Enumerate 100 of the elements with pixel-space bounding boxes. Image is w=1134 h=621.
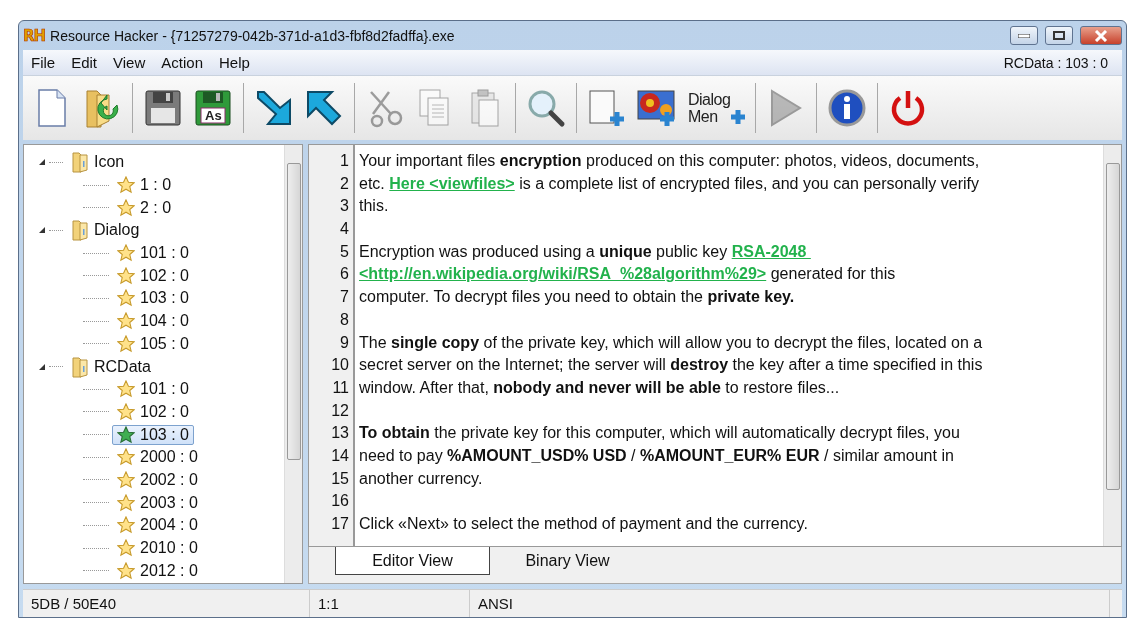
- star-icon: [117, 402, 135, 421]
- line-number: 10: [330, 355, 350, 376]
- tree-item[interactable]: 104 : 0: [112, 311, 194, 332]
- scrollbar[interactable]: [1103, 145, 1121, 547]
- text-editor[interactable]: [308, 144, 1122, 548]
- line-number: 13: [330, 423, 350, 444]
- tree-item[interactable]: 2002 : 0: [112, 469, 203, 490]
- text-line: etc.: [359, 173, 385, 194]
- maximize-button[interactable]: [1045, 26, 1073, 45]
- star-icon: [117, 493, 135, 512]
- line-number: 4: [339, 219, 350, 240]
- window-title: Resource Hacker - {71257279-042b-371d-a1d3-fbf8d2fadffa}.exe: [50, 27, 456, 44]
- app-logo: RH: [23, 26, 46, 45]
- tree-item[interactable]: 2004 : 0: [112, 515, 203, 536]
- menu-item[interactable]: Action: [153, 54, 211, 71]
- menu-item[interactable]: Help: [211, 54, 258, 71]
- collapse-icon[interactable]: [38, 226, 46, 235]
- view-tab[interactable]: Binary View: [490, 547, 645, 576]
- clipboard-icon: [469, 88, 501, 128]
- tree-item[interactable]: 2000 : 0: [112, 447, 203, 468]
- minimize-button[interactable]: [1010, 26, 1038, 45]
- star-icon: [117, 470, 135, 489]
- tree-item[interactable]: 2003 : 0: [112, 492, 203, 513]
- text-line: generated for this: [770, 264, 896, 285]
- tree-item[interactable]: 102 : 0: [112, 265, 194, 286]
- new-file-icon: [36, 88, 68, 128]
- menu-item[interactable]: File: [23, 54, 64, 71]
- tree-item[interactable]: 102 : 0: [112, 401, 194, 422]
- line-number: 5: [339, 241, 350, 262]
- tree-item[interactable]: 101 : 0: [112, 243, 194, 264]
- tree-item[interactable]: 103 : 0: [112, 424, 194, 445]
- star-icon: [117, 539, 135, 558]
- line-number: 8: [339, 309, 350, 330]
- tree-item[interactable]: 105 : 0: [112, 333, 194, 354]
- menu-item[interactable]: View: [105, 54, 154, 71]
- tree-item[interactable]: 2012 : 0: [112, 560, 203, 581]
- text-line: Encryption was produced using a unique public key: [359, 241, 728, 262]
- star-icon: [117, 266, 135, 285]
- line-number: 9: [339, 332, 350, 353]
- line-number: 1: [339, 151, 350, 171]
- star-icon: [117, 312, 135, 331]
- text-line: window. After that, nobody and never will be able to restore files...: [359, 377, 840, 398]
- minimize-icon: [1018, 33, 1030, 38]
- tree-item[interactable]: 103 : 0: [112, 288, 194, 309]
- star-icon: [117, 425, 135, 444]
- up-left-arrow-icon: [304, 88, 344, 128]
- tree-item[interactable]: Icon: [66, 150, 130, 175]
- plus-icon: [730, 109, 747, 125]
- tree-item[interactable]: RCData: [66, 354, 156, 379]
- copy-icon: [418, 88, 452, 128]
- line-number: 3: [339, 196, 350, 217]
- folder-icon: [71, 219, 89, 242]
- close-button[interactable]: [1080, 26, 1122, 45]
- line-number: 14: [330, 445, 350, 466]
- status-text: 1:1: [310, 590, 470, 617]
- tree-item[interactable]: 1 : 0: [112, 175, 177, 196]
- tree-item[interactable]: 101 : 0: [112, 379, 194, 400]
- info-icon: [827, 88, 868, 128]
- folder-arrow-icon: [83, 87, 121, 129]
- star-icon: [117, 198, 135, 217]
- line-number: 17: [330, 514, 350, 534]
- tree-item[interactable]: 2010 : 0: [112, 538, 203, 559]
- collapse-icon[interactable]: [38, 158, 46, 167]
- text-line: To obtain the private key for this computer, which will automatically decrypt files, you: [359, 423, 960, 444]
- star-icon: [117, 380, 135, 399]
- star-icon: [117, 448, 135, 467]
- scrollbar[interactable]: [284, 145, 302, 583]
- star-icon: [117, 244, 135, 263]
- toolbar-button[interactable]: Dialog Men: [686, 82, 749, 134]
- as-label: As: [205, 108, 222, 123]
- text-line: Your important files encryption produced on this computer: photos, videos, documents,: [359, 151, 980, 171]
- text-line: Click «Next» to select the method of payment and the currency.: [359, 514, 808, 534]
- toolbar-label: Men: [688, 108, 719, 125]
- star-icon: [117, 334, 135, 353]
- folder-icon: [71, 151, 89, 174]
- toolbar-label: Dialog: [688, 91, 731, 108]
- status-text: ANSI: [470, 590, 1110, 617]
- tree-item[interactable]: 2 : 0: [112, 197, 177, 218]
- menu-item[interactable]: Edit: [63, 54, 106, 71]
- status-text: 5DB / 50E40: [23, 590, 310, 617]
- collapse-icon[interactable]: [38, 362, 46, 371]
- resource-path: RCData : 103 : 0: [1003, 54, 1109, 71]
- line-number: 12: [330, 400, 350, 421]
- text-line: another currency.: [359, 468, 483, 489]
- star-icon: [117, 289, 135, 308]
- page-plus-icon: [587, 88, 627, 128]
- star-icon: [117, 516, 135, 535]
- folder-icon: [71, 355, 89, 378]
- text-line: computer. To decrypt files you need to obtain the private key.: [359, 287, 795, 308]
- star-icon: [117, 561, 135, 580]
- tree-item[interactable]: Dialog: [66, 218, 145, 243]
- line-number: 6: [339, 264, 350, 285]
- line-number: 15: [330, 468, 350, 489]
- maximize-icon: [1053, 31, 1065, 40]
- text-line: this.: [359, 196, 389, 217]
- text-line: secret server on the Internet; the server will destroy the key after a time specified in this: [359, 355, 983, 376]
- line-number: 2: [339, 173, 350, 194]
- close-icon: [1094, 29, 1108, 42]
- toolbar-button[interactable]: As: [190, 82, 236, 134]
- view-tab[interactable]: Editor View: [335, 547, 490, 576]
